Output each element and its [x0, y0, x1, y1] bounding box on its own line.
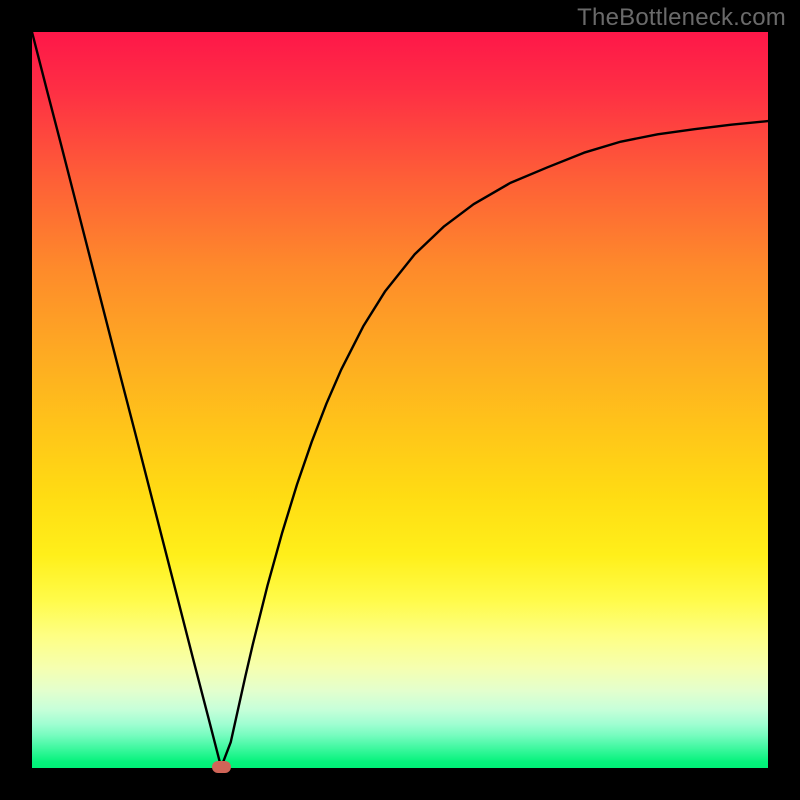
watermark-text: TheBottleneck.com	[577, 4, 786, 32]
bottleneck-curve	[32, 32, 768, 767]
curve-layer	[32, 32, 768, 768]
chart-frame: TheBottleneck.com	[0, 0, 800, 800]
minimum-point-marker	[212, 761, 231, 773]
